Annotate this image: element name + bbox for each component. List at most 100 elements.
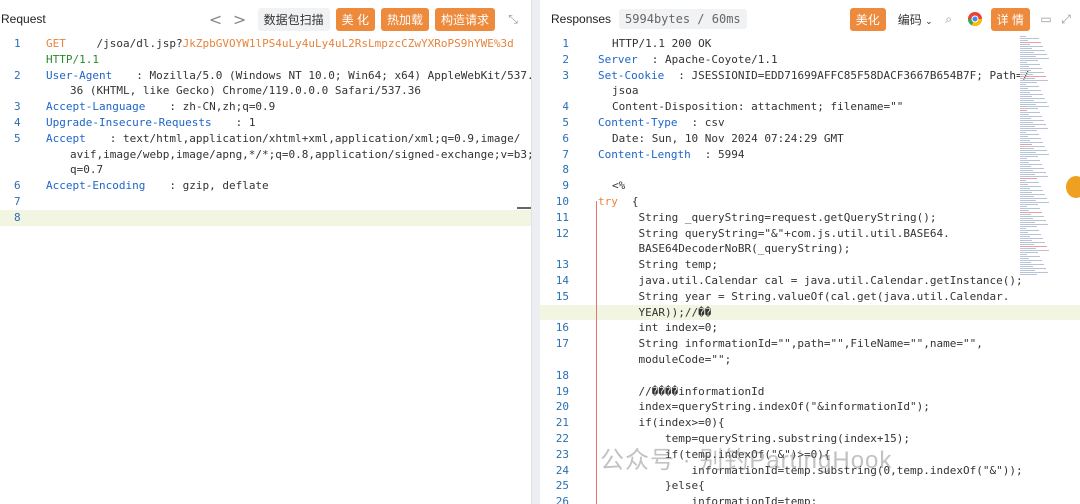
minimap-line [1020,116,1042,117]
code-line: 16 int index=0; [540,320,1080,336]
minimap-line [1020,90,1041,91]
minimap-line [1020,176,1048,177]
minimap-line [1020,42,1041,43]
line-number [540,83,584,99]
line-content: java.util.Calendar cal = java.util.Calen… [584,273,1080,289]
code-token: : 1 [235,115,256,129]
minimap-line [1020,158,1027,159]
minimap-line [1020,262,1031,263]
code-line: 14 java.util.Calendar cal = java.util.Ca… [540,273,1080,289]
minimap-line [1020,60,1038,61]
minimap-line [1020,152,1036,153]
line-number: 21 [555,416,569,430]
detail-button[interactable]: 详 情 [990,7,1030,31]
minimap-line [1020,236,1030,237]
code-token: }else{ [612,479,705,493]
encoding-dropdown[interactable]: 编码 ⌄ [892,8,939,31]
nav-back-icon[interactable]: < [204,10,228,29]
minimap-line [1020,204,1038,205]
hot-load-button[interactable]: 热加载 [380,7,429,31]
code-token: 36 (KHTML, like Gecko) Chrome/119.0.0.0 … [70,84,421,98]
minimap-line [1020,206,1027,207]
minimap-line [1020,74,1033,75]
minimap-line [1020,214,1031,215]
minimap-line [1020,168,1044,169]
minimap-line [1020,190,1043,191]
line-number: 24 [555,463,569,477]
nav-forward-icon[interactable]: > [228,10,252,29]
search-icon[interactable]: ⌕ [939,9,959,29]
line-content: Content-Disposition: attachment; filenam… [584,99,1080,115]
minimap-line [1020,162,1029,163]
minimap-line [1020,78,1035,79]
construct-request-button[interactable]: 构造请求 [434,7,495,31]
minimap-line [1020,58,1049,59]
line-content: }else{ [584,478,1080,494]
line-number: 13 [555,258,569,272]
code-line: 26 informationId=temp; [540,494,1080,504]
line-content: try { [584,194,1080,210]
line-number [540,305,584,321]
code-token: String year = String.valueOf(cal.get(jav… [612,289,1010,303]
line-number: 2 [14,68,21,82]
minimap-line [1020,210,1029,211]
code-line: 4 Content-Disposition: attachment; filena… [540,99,1080,115]
code-token: : JSESSIONID=EDD71699AFFC85F58DACF3667B6… [678,68,1030,82]
line-number: 5 [14,131,21,145]
line-content: Content-Length: 5994 [584,147,1080,163]
line-content: q=0.7 [22,162,531,178]
code-line: 6 Date: Sun, 10 Nov 2024 07:24:29 GMT [540,131,1080,147]
minimap-line [1020,128,1048,129]
response-pane: Responses 5994bytes / 60ms 美化 编码 ⌄ ⌕ 详 情… [540,0,1080,504]
code-line: 2 Server: Apache-Coyote/1.1 [540,52,1080,68]
minimap-line [1020,140,1030,141]
minimap-line [1020,114,1029,115]
line-number [540,352,584,368]
comment-icon[interactable]: ▭ [1036,9,1056,29]
minimap-line [1020,50,1045,51]
minimap[interactable] [1020,36,1050,306]
minimap-line [1020,182,1039,183]
line-number: 12 [555,226,569,240]
minimize-icon[interactable]: ⤡ [503,9,523,29]
code-token: try [598,194,618,208]
packet-scan-button[interactable]: 数据包扫描 [257,7,330,31]
minimap-line [1020,38,1039,39]
code-token: //����informationId [612,384,765,398]
line-number: 20 [555,400,569,414]
minimap-line [1020,218,1033,219]
code-token: Date: Sun, 10 Nov 2024 07:24:29 GMT [612,131,844,145]
pane-divider[interactable] [531,0,540,504]
minimap-line [1020,208,1040,209]
minimap-line [1020,68,1042,69]
code-line: 13 String temp; [540,257,1080,273]
expand-icon[interactable]: ⤢ [1056,9,1076,29]
minimap-line [1020,260,1042,261]
code-token: : Apache-Coyote/1.1 [651,52,778,66]
beautify-button[interactable]: 美 化 [335,7,375,31]
code-line: 10 try { [540,194,1080,210]
code-token: Content-Type [598,115,678,129]
scrollbar-thumb[interactable] [517,207,531,209]
code-token: Server [598,52,638,66]
minimap-line [1020,146,1045,147]
chrome-icon[interactable] [965,9,985,29]
minimap-line [1020,242,1045,243]
line-number: 19 [555,384,569,398]
code-token: Content-Disposition: attachment; filenam… [612,100,904,114]
line-content: Accept-Language: zh-CN,zh;q=0.9 [22,99,531,115]
line-number: 6 [14,179,21,193]
code-token: /jsoa/dl.jsp? [89,37,183,50]
code-line: 12 String queryString="&"+com.js.util.ut… [540,226,1080,242]
line-content: HTTP/1.1 [22,52,531,68]
code-line: 3 Accept-Language: zh-CN,zh;q=0.9 [0,99,531,115]
request-pane: Request < > 数据包扫描 美 化 热加载 构造请求 ⤡ 1 GET /j… [0,0,531,504]
minimap-line [1020,226,1037,227]
floating-mascot-icon[interactable] [1066,176,1080,198]
minimap-line [1020,194,1045,195]
response-editor[interactable]: 1 HTTP/1.1 200 OK 2 Server: Apache-Coyote/1… [540,36,1080,504]
request-editor[interactable]: 1 GET /jsoa/dl.jsp?JkZpbGVOYW1lPS4uLy4uLy… [0,36,531,504]
response-beautify-button[interactable]: 美化 [849,7,886,31]
minimap-line [1020,70,1031,71]
